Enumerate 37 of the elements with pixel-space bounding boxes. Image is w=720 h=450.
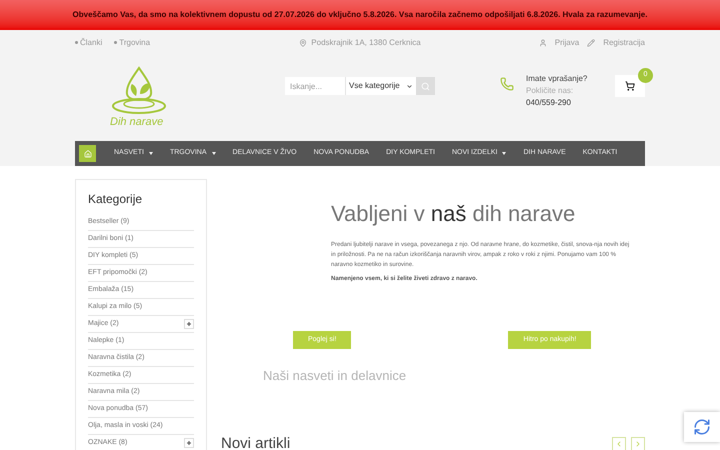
search-icon — [421, 82, 430, 90]
home-button[interactable] — [79, 145, 96, 162]
top-link[interactable]: Trgovina — [119, 36, 150, 48]
logo-text: Dih narave — [110, 114, 164, 130]
contact-label: Pokličite nas: — [526, 85, 574, 97]
notice-text: Obveščamo Vas, da smo na kolektivnem dopustu od 27.07.2026 do vključno 5.8.2026. Vsa naročila začnemo odpošiljati 6.8.2026. Hvala za razumevanje. — [72, 9, 648, 21]
chevron-down-icon — [406, 82, 413, 90]
expand-plus-icon[interactable] — [184, 319, 194, 329]
recaptcha-icon — [693, 418, 711, 436]
tips-heading: Naši nasveti in delavnice — [263, 367, 408, 385]
bullet-icon — [75, 41, 78, 44]
top-link[interactable]: Članki — [80, 36, 102, 48]
pencil-icon — [587, 38, 596, 46]
next-button[interactable] — [631, 436, 645, 450]
cart-button[interactable] — [615, 75, 645, 97]
hero-title: Vabljeni v naš dih narave — [331, 200, 576, 228]
map-pin-icon — [299, 38, 308, 46]
contact-question: Imate vprašanje? — [526, 73, 588, 85]
search-field[interactable]: Iskanje... — [285, 77, 345, 95]
new-items-heading: Novi artikli — [221, 434, 290, 450]
chevron-left-icon — [615, 440, 623, 448]
phone-icon — [500, 77, 514, 91]
category-select[interactable]: Vse kategorije — [345, 77, 416, 95]
home-icon — [84, 150, 92, 158]
category-heading: Kategorije — [88, 191, 144, 208]
phone-number: 040/559-290 — [526, 97, 572, 109]
expand-plus-icon[interactable] — [184, 438, 194, 448]
address-text: Podskrajnik 1A, 1380 Cerknica — [311, 36, 421, 48]
search-button[interactable] — [416, 77, 435, 95]
cart-icon — [625, 81, 635, 91]
login-link[interactable]: Prijava — [554, 36, 580, 48]
user-icon — [538, 38, 547, 46]
register-link[interactable]: Registracija — [603, 36, 645, 48]
previous-button[interactable] — [612, 436, 626, 450]
chevron-right-icon — [634, 440, 642, 448]
bullet-icon — [114, 41, 118, 44]
leaf-drop-logo-icon — [110, 66, 168, 116]
